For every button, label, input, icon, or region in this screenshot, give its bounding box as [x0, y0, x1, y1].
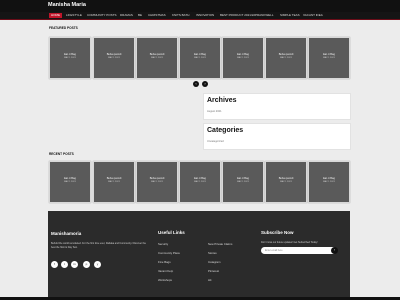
- recent-post-card[interactable]: Beba quondi MAY 1 2021: [136, 161, 178, 203]
- nav-item-be[interactable]: BE: [136, 13, 144, 18]
- main-nav: HOME LIFESTYLE COMMUNITY POSTS DRAMAS BE…: [0, 12, 400, 20]
- nav-item-innovation[interactable]: INNOVATION: [194, 13, 216, 18]
- featured-post-card[interactable]: Beba quondi MAY 1 2021: [265, 37, 307, 79]
- carousel-next-button[interactable]: ›: [202, 81, 208, 87]
- featured-post-card[interactable]: Eat ci Bag MAY 1 2021: [179, 37, 221, 79]
- nav-item-knits-bath[interactable]: KNITS BATH: [170, 13, 191, 18]
- card-title: Beba quondi: [278, 53, 294, 56]
- card-date: MAY 1 2021: [237, 57, 249, 59]
- featured-post-card[interactable]: Beba quondi MAY 1 2021: [136, 37, 178, 79]
- site-title[interactable]: Manisha Maria: [48, 2, 86, 8]
- featured-post-card[interactable]: Eat ci Bag MAY 1 2021: [222, 37, 264, 79]
- card-date: MAY 1 2021: [151, 181, 163, 183]
- card-date: MAY 1 2021: [64, 57, 76, 59]
- categories-title: Categories: [207, 127, 244, 134]
- recent-posts-heading: RECENT POSTS: [49, 152, 74, 156]
- card-title: Eat ci Bag: [194, 53, 206, 56]
- card-title: Eat ci Bag: [323, 53, 335, 56]
- nav-item-christmas[interactable]: CHRISTMAS: [146, 13, 168, 18]
- archives-widget: Archives August 2021: [203, 93, 351, 120]
- footer-link[interactable]: Security: [158, 242, 168, 246]
- recent-post-card[interactable]: Beba quondi MAY 1 2021: [93, 161, 135, 203]
- recent-post-card[interactable]: Eat ci Bag MAY 1 2021: [222, 161, 264, 203]
- recent-post-card[interactable]: Eat ci Bag MAY 1 2021: [179, 161, 221, 203]
- card-date: MAY 1 2021: [151, 57, 163, 59]
- recent-post-card[interactable]: Eat ci Bag MAY 1 2021: [49, 161, 91, 203]
- featured-post-card[interactable]: Beba quondi MAY 1 2021: [93, 37, 135, 79]
- nav-item-lifestyle[interactable]: LIFESTYLE: [64, 13, 84, 18]
- card-title: Beba quondi: [106, 177, 122, 180]
- subscribe-submit-button[interactable]: ›: [331, 247, 338, 254]
- card-date: MAY 1 2021: [280, 181, 292, 183]
- card-title: Eat ci Bag: [237, 53, 249, 56]
- archives-title: Archives: [207, 97, 237, 104]
- nav-item-best-product[interactable]: BEST PRODUCT 2021/22: [218, 13, 257, 18]
- card-date: MAY 1 2021: [64, 181, 76, 183]
- footer-link[interactable]: New Private Claims: [208, 242, 232, 246]
- categories-widget: Categories Uncategorized: [203, 123, 351, 150]
- card-title: Beba quondi: [149, 177, 165, 180]
- carousel-prev-button[interactable]: ‹: [193, 81, 199, 87]
- nav-item-home[interactable]: HOME: [49, 13, 62, 18]
- footer-link[interactable]: Vacant Kerp: [158, 269, 173, 273]
- card-title: Eat ci Bag: [64, 177, 76, 180]
- site-footer: Manishamoria Behold the world remodeled.…: [48, 211, 350, 299]
- featured-post-card[interactable]: Eat ci Bag MAY 1 2021: [308, 37, 350, 79]
- recent-post-card[interactable]: Eat ci Bag MAY 1 2021: [308, 161, 350, 203]
- card-date: MAY 1 2021: [108, 57, 120, 59]
- useful-links-heading: Useful Links: [158, 230, 185, 235]
- footer-link[interactable]: Workshops: [158, 278, 172, 282]
- card-date: MAY 1 2021: [194, 181, 206, 183]
- top-header: Manisha Maria: [0, 0, 400, 12]
- card-title: Eat ci Bag: [323, 177, 335, 180]
- youtube-icon[interactable]: y: [94, 261, 101, 268]
- linkedin-icon[interactable]: in: [71, 261, 78, 268]
- card-title: Beba quondi: [106, 53, 122, 56]
- footer-link[interactable]: Stories: [208, 251, 217, 255]
- footer-link[interactable]: Pinterest: [208, 269, 219, 273]
- nav-item-prankwell[interactable]: PRANKWELL: [253, 13, 276, 18]
- card-date: MAY 1 2021: [323, 57, 335, 59]
- card-title: Eat ci Bag: [194, 177, 206, 180]
- categories-link[interactable]: Uncategorized: [207, 140, 224, 143]
- footer-link[interactable]: Fine Bags: [158, 260, 171, 264]
- subscribe-text: Don't miss our future updates! Get Subsc…: [261, 241, 318, 244]
- facebook-icon[interactable]: f: [51, 261, 58, 268]
- card-date: MAY 1 2021: [108, 181, 120, 183]
- footer-description: Behold the world remodeled. For the firs…: [51, 242, 146, 249]
- featured-posts-heading: FEATURED POSTS: [49, 26, 78, 30]
- pinterest-icon[interactable]: p: [83, 261, 90, 268]
- subscribe-heading: Subscribe Now: [261, 230, 294, 235]
- email-field[interactable]: Enter email here: [261, 247, 337, 254]
- twitter-icon[interactable]: t: [61, 261, 68, 268]
- footer-link[interactable]: Community Place: [158, 251, 180, 255]
- card-date: MAY 1 2021: [237, 181, 249, 183]
- card-title: Beba quondi: [278, 177, 294, 180]
- nav-item-dramas[interactable]: DRAMAS: [118, 13, 135, 18]
- footer-brand: Manishamoria: [51, 231, 82, 236]
- recent-post-card[interactable]: Beba quondi MAY 1 2021: [265, 161, 307, 203]
- card-date: MAY 1 2021: [194, 57, 206, 59]
- featured-post-card[interactable]: Eat ci Bag MAY 1 2021: [49, 37, 91, 79]
- card-date: MAY 1 2021: [280, 57, 292, 59]
- nav-item-community-posts[interactable]: COMMUNITY POSTS: [85, 13, 118, 18]
- nav-item-simple-teas[interactable]: SIMPLE TEAS: [278, 13, 302, 18]
- card-title: Beba quondi: [149, 53, 165, 56]
- archives-link[interactable]: August 2021: [207, 110, 222, 113]
- card-title: Eat ci Bag: [64, 53, 76, 56]
- footer-link[interactable]: Hit: [208, 278, 211, 282]
- nav-item-vacant-idea[interactable]: VACANT IDEA: [301, 13, 325, 18]
- card-title: Eat ci Bag: [237, 177, 249, 180]
- card-date: MAY 1 2021: [323, 181, 335, 183]
- footer-link[interactable]: Instagram: [208, 260, 220, 264]
